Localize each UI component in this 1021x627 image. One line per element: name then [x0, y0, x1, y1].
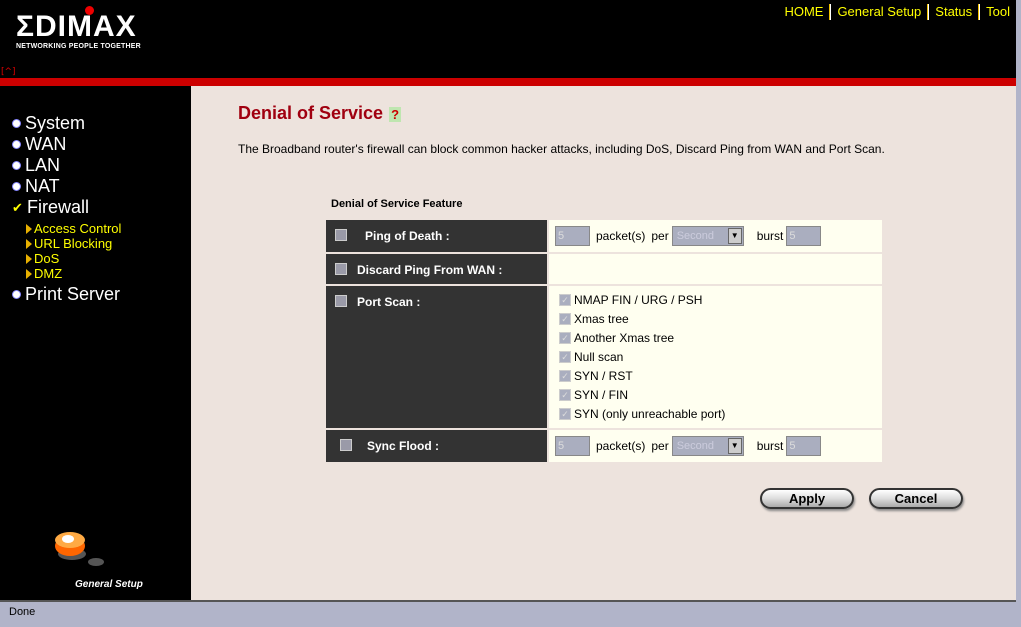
arrow-icon	[26, 223, 32, 234]
sync-per-select[interactable]: Second ▼	[671, 436, 744, 456]
port-scan-option[interactable]: ✓ SYN (only unreachable port)	[559, 405, 725, 424]
checkmark-icon: ✔	[12, 199, 23, 215]
apply-button[interactable]: Apply	[760, 488, 854, 509]
sync-flood-checkbox[interactable]	[340, 439, 352, 451]
ping-per-select[interactable]: Second ▼	[671, 226, 744, 246]
arrow-icon	[26, 238, 32, 249]
discard-ping-checkbox[interactable]	[335, 263, 347, 275]
label: per	[651, 439, 669, 453]
port-scan-checkbox[interactable]	[335, 295, 347, 307]
nav-status[interactable]: Status	[935, 4, 972, 20]
label: Sync Flood :	[367, 439, 439, 453]
label: Print Server	[25, 284, 121, 304]
label: System	[25, 113, 86, 133]
bullet-icon	[12, 161, 21, 170]
label: Ping of Death :	[365, 229, 450, 243]
general-setup-icon	[55, 532, 104, 566]
sidebar-sub-url-blocking[interactable]: URL Blocking	[26, 236, 112, 251]
nav-tool[interactable]: Tool	[986, 4, 1010, 20]
sidebar-sub-dos[interactable]: DoS	[26, 251, 59, 266]
label: WAN	[25, 134, 67, 154]
discard-ping-row: Discard Ping From WAN :	[326, 254, 882, 284]
label: LAN	[25, 155, 61, 175]
label: Discard Ping From WAN :	[357, 263, 503, 277]
chevron-down-icon: ▼	[727, 228, 742, 244]
header: ΣDIMAX NETWORKING PEOPLE TOGETHER [^] HO…	[0, 0, 1016, 78]
port-scan-option[interactable]: ✓ SYN / FIN	[559, 386, 628, 405]
ping-packets-input[interactable]: 5	[555, 226, 590, 246]
ping-burst-input[interactable]: 5	[786, 226, 822, 246]
nav-general-setup[interactable]: General Setup	[837, 4, 921, 20]
general-setup-label: General Setup	[75, 579, 143, 590]
port-scan-option[interactable]: ✓ NMAP FIN / URG / PSH	[559, 291, 702, 310]
checkbox[interactable]: ✓	[559, 294, 571, 306]
checkbox[interactable]: ✓	[559, 332, 571, 344]
label: NAT	[25, 176, 60, 196]
port-scan-option[interactable]: ✓ SYN / RST	[559, 367, 633, 386]
sidebar-item-firewall[interactable]: ✔ Firewall	[12, 197, 89, 218]
label: burst	[756, 229, 784, 243]
port-scan-option[interactable]: ✓ Null scan	[559, 348, 623, 367]
port-scan-option[interactable]: ✓ Another Xmas tree	[559, 329, 674, 348]
bullet-icon	[12, 140, 21, 149]
bullet-icon	[12, 290, 21, 299]
bullet-icon	[12, 182, 21, 191]
checkbox[interactable]: ✓	[559, 313, 571, 325]
sidebar-item-wan[interactable]: WAN	[12, 134, 66, 155]
top-link[interactable]: [^]	[1, 67, 16, 77]
window-border	[1016, 0, 1021, 627]
page-description: The Broadband router's firewall can bloc…	[238, 142, 885, 156]
arrow-icon	[26, 268, 32, 279]
sidebar-item-print-server[interactable]: Print Server	[12, 284, 120, 305]
sidebar: System WAN LAN NAT ✔ Firewall Access Cont…	[0, 86, 191, 600]
label: packet(s)	[596, 229, 646, 243]
sync-packets-input[interactable]: 5	[555, 436, 590, 456]
label: URL Blocking	[34, 236, 113, 251]
sidebar-item-system[interactable]: System	[12, 113, 85, 134]
label: burst	[756, 439, 784, 453]
checkbox[interactable]: ✓	[559, 370, 571, 382]
status-bar: Done	[0, 600, 1016, 627]
checkbox[interactable]: ✓	[559, 389, 571, 401]
ping-of-death-row: Ping of Death : 5 packet(s) per Second ▼ burs…	[326, 220, 882, 252]
label: per	[651, 229, 669, 243]
checkbox[interactable]: ✓	[559, 351, 571, 363]
ping-of-death-checkbox[interactable]	[335, 229, 347, 241]
label: DMZ	[34, 266, 63, 281]
checkbox[interactable]: ✓	[559, 408, 571, 420]
divider-bar	[0, 78, 1016, 86]
nav-home[interactable]: HOME	[784, 4, 823, 20]
cancel-button[interactable]: Cancel	[869, 488, 963, 509]
label: Port Scan :	[357, 295, 421, 309]
sidebar-item-nat[interactable]: NAT	[12, 176, 60, 197]
port-scan-row: Port Scan : ✓ NMAP FIN / URG / PSH ✓ Xmas …	[326, 286, 882, 428]
port-scan-option[interactable]: ✓ Xmas tree	[559, 310, 629, 329]
sidebar-sub-dmz[interactable]: DMZ	[26, 266, 62, 281]
sync-flood-row: Sync Flood : 5 packet(s) per Second ▼ burst 5	[326, 430, 882, 462]
sync-burst-input[interactable]: 5	[786, 436, 822, 456]
sidebar-sub-access-control[interactable]: Access Control	[26, 221, 121, 236]
label: DoS	[34, 251, 60, 266]
label: packet(s)	[596, 439, 646, 453]
bullet-icon	[12, 119, 21, 128]
arrow-icon	[26, 253, 32, 264]
chevron-down-icon: ▼	[727, 438, 742, 454]
edimax-logo: ΣDIMAX NETWORKING PEOPLE TOGETHER	[16, 6, 141, 50]
main-content: Denial of Service? The Broadband router'…	[191, 86, 1016, 600]
page-title: Denial of Service?	[238, 103, 402, 123]
sidebar-item-lan[interactable]: LAN	[12, 155, 60, 176]
help-icon[interactable]: ?	[389, 107, 402, 122]
label: Access Control	[34, 221, 122, 236]
feature-heading: Denial of Service Feature	[331, 198, 463, 210]
top-nav: HOME General Setup Status Tool	[784, 4, 1010, 20]
label: Firewall	[27, 197, 90, 217]
